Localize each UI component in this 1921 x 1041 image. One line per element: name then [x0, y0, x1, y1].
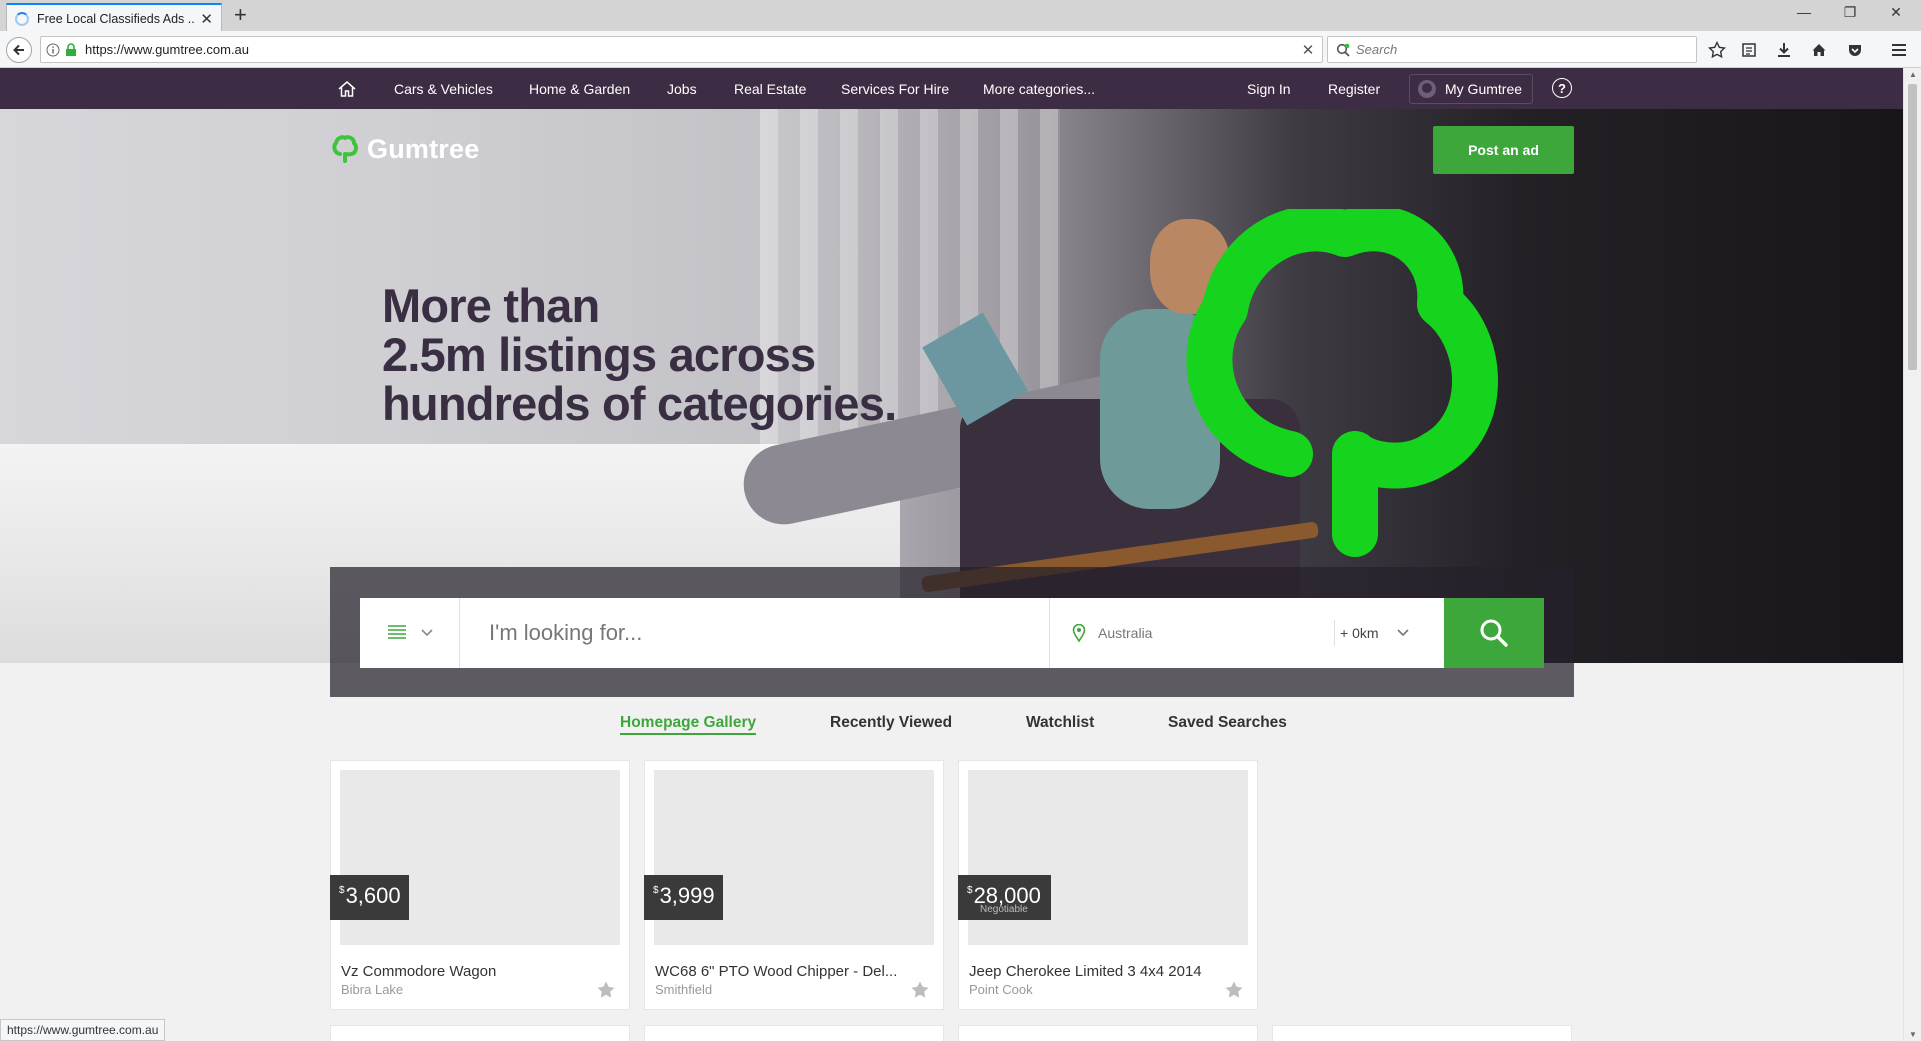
minimize-button[interactable]: — [1784, 4, 1824, 20]
radius-selector[interactable]: + 0km [1334, 598, 1444, 668]
post-an-ad-button[interactable]: Post an ad [1433, 126, 1574, 174]
home-icon[interactable] [337, 68, 357, 109]
search-engine-icon [1336, 43, 1350, 57]
headline-line-1: More than [382, 279, 600, 332]
browser-search-placeholder: Search [1356, 42, 1398, 57]
category-selector[interactable] [360, 598, 460, 668]
scrollbar-thumb[interactable] [1908, 84, 1917, 370]
download-icon[interactable] [1773, 39, 1795, 61]
help-icon[interactable]: ? [1552, 78, 1572, 98]
price-badge: $ 3,999 [644, 875, 723, 920]
listing-title[interactable]: Vz Commodore Wagon [341, 963, 611, 980]
list-icon [387, 625, 406, 639]
pocket-icon[interactable] [1844, 39, 1866, 61]
register-link[interactable]: Register [1328, 68, 1380, 109]
tab-close-icon[interactable]: ✕ [200, 10, 213, 28]
search-query-input[interactable]: I'm looking for... [460, 598, 1050, 668]
currency-symbol: $ [653, 885, 659, 896]
browser-home-icon[interactable] [1808, 39, 1830, 61]
listing-location: Smithfield [655, 982, 713, 997]
nav-home-garden[interactable]: Home & Garden [529, 68, 630, 109]
listing-card[interactable]: $ 28,000 Negotiable Jeep Cherokee Limite… [958, 760, 1258, 1010]
stop-loading-icon[interactable]: ✕ [1294, 41, 1322, 59]
window-close-button[interactable]: ✕ [1876, 4, 1916, 21]
listing-card[interactable]: $ 3,600 Vz Commodore Wagon Bibra Lake [330, 760, 630, 1010]
gumtree-logo[interactable]: Gumtree [332, 134, 479, 165]
price-value: 3,999 [659, 883, 715, 908]
scroll-up-arrow-icon[interactable]: ▲ [1904, 70, 1921, 79]
info-icon[interactable] [46, 43, 60, 57]
listing-card-partial[interactable] [330, 1025, 630, 1041]
reading-list-icon[interactable] [1738, 39, 1760, 61]
tab-recently-viewed[interactable]: Recently Viewed [830, 714, 952, 732]
lock-icon [66, 42, 76, 56]
nav-more-categories[interactable]: More categories... [983, 68, 1095, 109]
menu-hamburger-icon[interactable] [1888, 39, 1910, 61]
chevron-down-icon [1396, 629, 1409, 637]
browser-toolbar: https://www.gumtree.com.au ✕ Search [0, 31, 1921, 68]
search-icon [1480, 619, 1508, 647]
bookmark-star-icon[interactable] [1706, 39, 1728, 61]
my-gumtree-label: My Gumtree [1445, 81, 1523, 97]
page-scrollbar[interactable]: ▲ ▼ [1903, 68, 1921, 1041]
radius-value: + 0km [1340, 625, 1379, 641]
location-value: Australia [1098, 625, 1153, 641]
back-button[interactable] [6, 37, 32, 63]
url-bar[interactable]: https://www.gumtree.com.au ✕ [40, 36, 1323, 63]
currency-symbol: $ [967, 885, 973, 896]
browser-tab[interactable]: Free Local Classifieds Ads ... ✕ [6, 3, 222, 32]
tab-homepage-gallery[interactable]: Homepage Gallery [620, 714, 757, 735]
search-button[interactable] [1444, 598, 1544, 668]
user-icon [1418, 80, 1436, 98]
nav-cars-vehicles[interactable]: Cars & Vehicles [394, 68, 493, 109]
nav-services-for-hire[interactable]: Services For Hire [841, 68, 949, 109]
location-pin-icon [1072, 624, 1086, 642]
url-text: https://www.gumtree.com.au [85, 42, 250, 57]
tab-saved-searches[interactable]: Saved Searches [1168, 714, 1287, 732]
price-badge: $ 28,000 Negotiable [958, 875, 1051, 920]
currency-symbol: $ [339, 885, 345, 896]
listing-card-partial[interactable] [1272, 1025, 1572, 1041]
my-gumtree-button[interactable]: My Gumtree [1409, 74, 1534, 104]
restore-button[interactable]: ❐ [1830, 4, 1870, 21]
price-value: 3,600 [345, 883, 401, 908]
star-icon[interactable] [596, 980, 616, 1000]
gallery-tabs: Homepage Gallery Recently Viewed Watchli… [0, 704, 1903, 744]
nav-real-estate[interactable]: Real Estate [734, 68, 806, 109]
brand-name: Gumtree [367, 134, 480, 164]
hero-headline: More than 2.5m listings across hundreds … [382, 281, 1032, 428]
new-tab-button[interactable]: + [234, 4, 247, 26]
listing-location: Point Cook [969, 982, 1033, 997]
loading-spinner-icon [15, 11, 29, 26]
star-icon[interactable] [1224, 980, 1244, 1000]
price-badge: $ 3,600 [330, 875, 409, 920]
browser-search-input[interactable]: Search [1327, 36, 1697, 63]
listing-card[interactable]: $ 3,999 WC68 6" PTO Wood Chipper - Del..… [644, 760, 944, 1010]
headline-line-3: hundreds of categories. [382, 377, 897, 430]
listing-card-partial[interactable] [644, 1025, 944, 1041]
gumtree-tree-graphic-icon [1186, 209, 1498, 557]
scroll-down-arrow-icon[interactable]: ▼ [1904, 1030, 1921, 1039]
nav-jobs[interactable]: Jobs [667, 68, 697, 109]
gumtree-leaf-icon [332, 134, 358, 163]
listing-title[interactable]: WC68 6" PTO Wood Chipper - Del... [655, 963, 925, 980]
price-note: Negotiable [980, 904, 1028, 915]
sign-in-link[interactable]: Sign In [1247, 68, 1291, 109]
back-arrow-icon [13, 44, 24, 56]
tab-title: Free Local Classifieds Ads ... [37, 11, 195, 26]
status-bar-url: https://www.gumtree.com.au [0, 1019, 166, 1041]
listing-card-partial[interactable] [958, 1025, 1258, 1041]
chevron-down-icon [420, 629, 433, 637]
search-form: I'm looking for... Australia + 0km [360, 598, 1544, 668]
listing-title[interactable]: Jeep Cherokee Limited 3 4x4 2014 [969, 963, 1239, 980]
location-input[interactable]: Australia [1050, 598, 1334, 668]
listing-location: Bibra Lake [341, 982, 404, 997]
browser-tabbar: Free Local Classifieds Ads ... ✕ + — ❐ ✕ [0, 0, 1921, 32]
page-viewport: Cars & Vehicles Home & Garden Jobs Real … [0, 68, 1903, 1041]
site-navigation: Cars & Vehicles Home & Garden Jobs Real … [0, 68, 1903, 109]
tab-watchlist[interactable]: Watchlist [1026, 714, 1094, 732]
headline-line-2: 2.5m listings across [382, 328, 816, 381]
star-icon[interactable] [910, 980, 930, 1000]
